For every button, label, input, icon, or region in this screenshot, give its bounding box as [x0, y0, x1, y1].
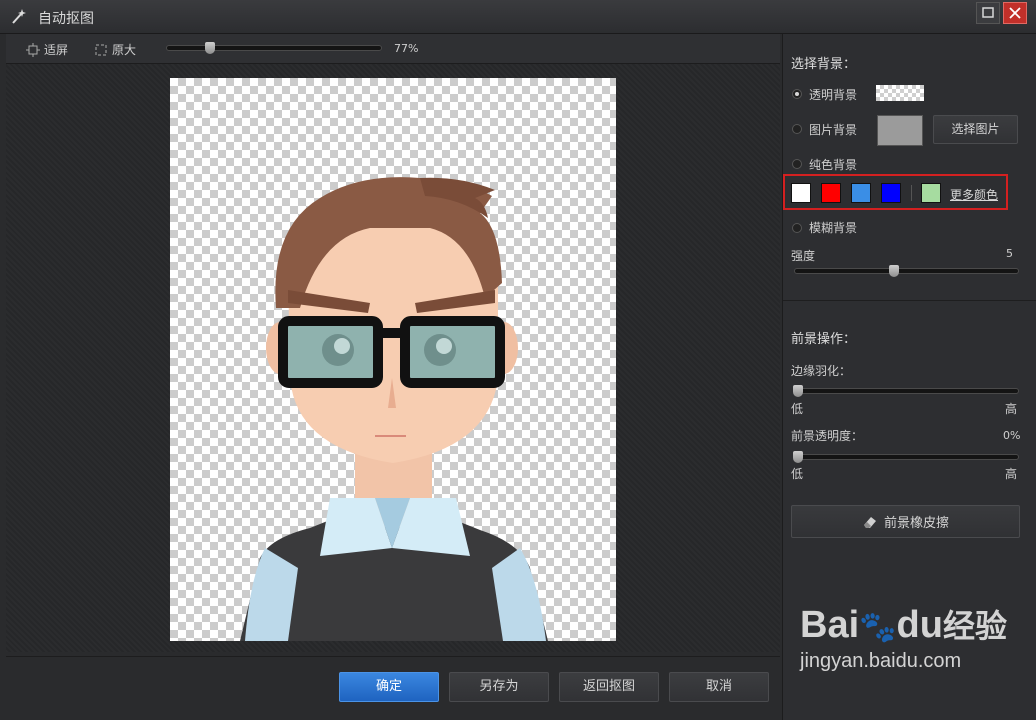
more-colors-link[interactable]: 更多颜色	[950, 186, 998, 203]
cancel-button[interactable]: 取消	[669, 672, 769, 702]
strength-slider[interactable]	[794, 268, 1019, 274]
watermark-brand: Bai	[800, 604, 860, 646]
feather-low-label: 低	[791, 402, 804, 416]
zoom-slider-thumb[interactable]	[205, 42, 215, 54]
cartoon-person-image	[240, 177, 548, 641]
fit-screen-icon	[26, 42, 40, 57]
image-bg-radio[interactable]	[792, 124, 802, 134]
strength-label: 强度	[791, 249, 816, 263]
maximize-icon	[982, 7, 994, 18]
transparent-bg-preview	[876, 85, 924, 101]
swatch-red[interactable]	[821, 183, 841, 203]
opacity-high-label: 高	[1005, 467, 1018, 481]
feather-slider[interactable]	[794, 388, 1019, 394]
swatch-custom-green[interactable]	[921, 183, 941, 203]
foreground-section-title: 前景操作：	[791, 332, 857, 347]
close-button[interactable]	[1003, 2, 1027, 24]
eraser-icon	[863, 516, 876, 528]
opacity-slider-thumb[interactable]	[793, 451, 803, 463]
strength-slider-thumb[interactable]	[889, 265, 899, 277]
strength-value: 5	[1006, 247, 1013, 260]
swatch-divider	[911, 185, 912, 201]
image-preview[interactable]	[170, 78, 616, 641]
baidu-watermark: Bai🐾du经验 jingyan.baidu.com	[800, 605, 1007, 674]
image-bg-preview	[877, 115, 923, 146]
confirm-button[interactable]: 确定	[339, 672, 439, 702]
transparent-bg-label[interactable]: 透明背景	[809, 86, 857, 103]
fit-screen-label: 适屏	[44, 43, 69, 57]
watermark-brand-2: du	[896, 604, 943, 646]
choose-image-button[interactable]: 选择图片	[933, 115, 1018, 144]
foreground-eraser-button[interactable]: 前景橡皮擦	[791, 505, 1020, 538]
image-bg-label[interactable]: 图片背景	[809, 121, 857, 138]
original-size-button[interactable]: 原大	[94, 41, 136, 58]
swatch-light-blue[interactable]	[851, 183, 871, 203]
transparent-bg-radio[interactable]	[792, 89, 802, 99]
eraser-button-label: 前景橡皮擦	[883, 516, 949, 531]
magic-wand-icon	[12, 9, 26, 24]
feather-slider-thumb[interactable]	[793, 385, 803, 397]
window-title: 自动抠图	[38, 11, 94, 27]
opacity-value: 0%	[1003, 429, 1021, 442]
close-icon	[1009, 7, 1021, 19]
background-section-title: 选择背景：	[791, 57, 857, 72]
original-size-icon	[95, 44, 107, 55]
solid-bg-radio[interactable]	[792, 159, 802, 169]
opacity-slider[interactable]	[794, 454, 1019, 460]
zoom-slider[interactable]	[166, 45, 382, 51]
blur-bg-label[interactable]: 模糊背景	[809, 219, 857, 236]
opacity-label: 前景透明度：	[791, 429, 864, 443]
solid-bg-label[interactable]: 纯色背景	[809, 156, 857, 173]
swatch-blue[interactable]	[881, 183, 901, 203]
panel-divider	[783, 300, 1036, 301]
watermark-brand-cn: 经验	[942, 608, 1007, 644]
save-as-button[interactable]: 另存为	[449, 672, 549, 702]
maximize-button[interactable]	[976, 2, 1000, 24]
feather-label: 边缘羽化：	[791, 364, 852, 378]
back-to-cutout-button[interactable]: 返回抠图	[559, 672, 659, 702]
feather-high-label: 高	[1005, 402, 1018, 416]
original-size-label: 原大	[112, 43, 137, 57]
swatch-white[interactable]	[791, 183, 811, 203]
opacity-low-label: 低	[791, 467, 804, 481]
blur-bg-radio[interactable]	[792, 223, 802, 233]
watermark-url: jingyan.baidu.com	[800, 650, 962, 672]
zoom-value: 77%	[394, 42, 419, 55]
fit-screen-button[interactable]: 适屏	[26, 41, 68, 58]
title-bar: 自动抠图	[0, 0, 1036, 34]
paw-icon: 🐾	[859, 611, 897, 644]
